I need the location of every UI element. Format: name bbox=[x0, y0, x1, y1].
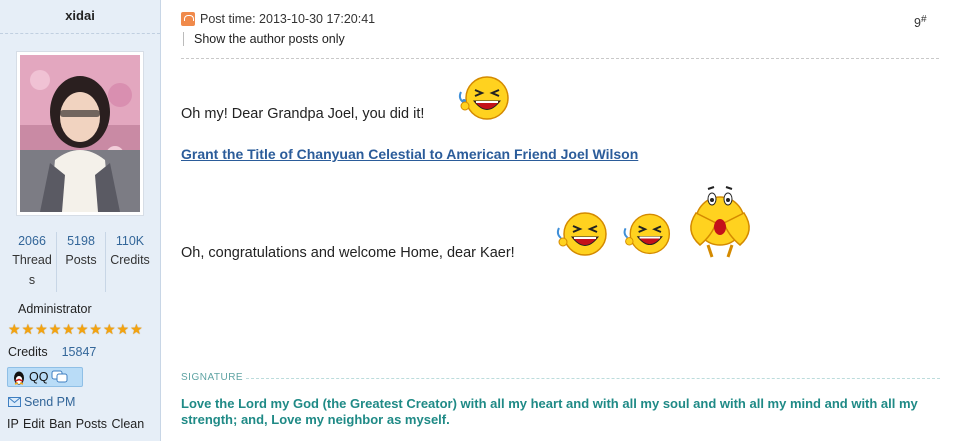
star-icon: ★ bbox=[35, 321, 48, 337]
credits-value: 15847 bbox=[61, 345, 97, 359]
stat-posts-label: Posts bbox=[65, 253, 97, 267]
author-sidebar: xidai 2066 Threads 5198 Posts 110K Credi… bbox=[0, 0, 161, 441]
sidebar-divider bbox=[0, 33, 160, 34]
show-author-only-link[interactable]: Show the author posts only bbox=[183, 32, 345, 46]
star-icon: ★ bbox=[48, 321, 62, 337]
avatar-photo bbox=[20, 55, 140, 212]
rank-stars: ★ ★ ★ ★ ★ ★ ★ ★ ★ ★ bbox=[8, 322, 143, 336]
star-icon: ★ bbox=[75, 321, 89, 337]
user-role: Administrator bbox=[18, 302, 92, 316]
post-text-line2: Oh, congratulations and welcome Home, de… bbox=[181, 245, 515, 261]
post-link[interactable]: Grant the Title of Chanyuan Celestial to… bbox=[181, 146, 638, 162]
laughing-emoticon bbox=[455, 70, 513, 125]
qq-penguin-icon bbox=[14, 371, 24, 385]
post-container: xidai 2066 Threads 5198 Posts 110K Credi… bbox=[0, 0, 962, 441]
star-icon: ★ bbox=[130, 321, 143, 337]
laughing-emoticon bbox=[553, 206, 611, 261]
post-header: Post time: 2013-10-30 17:20:41 bbox=[181, 12, 375, 26]
star-icon: ★ bbox=[116, 321, 130, 337]
admin-tools[interactable]: IP Edit Ban Posts Clean bbox=[7, 417, 144, 431]
qq-button[interactable]: QQ bbox=[7, 367, 83, 387]
avatar[interactable] bbox=[16, 51, 144, 216]
credits-label: Credits bbox=[8, 345, 48, 359]
post-icon bbox=[181, 12, 195, 26]
star-icon: ★ bbox=[89, 321, 102, 337]
floor-mark: # bbox=[920, 14, 927, 25]
header-divider bbox=[181, 58, 939, 59]
author-name[interactable]: xidai bbox=[0, 8, 160, 23]
stat-threads[interactable]: 2066 Threads bbox=[8, 232, 57, 292]
signature-text: Love the Lord my God (the Greatest Creat… bbox=[181, 396, 918, 427]
signature-divider bbox=[246, 378, 940, 379]
floor-number: 9 bbox=[914, 16, 921, 31]
stat-posts-value: 5198 bbox=[67, 234, 95, 248]
star-icon: ★ bbox=[102, 321, 116, 337]
credits-row: Credits 15847 bbox=[8, 345, 96, 359]
stat-credits-label: Credits bbox=[110, 253, 150, 267]
stat-credits-value: 110K bbox=[115, 234, 145, 248]
stat-threads-label: Threads bbox=[12, 253, 52, 287]
stat-threads-value: 2066 bbox=[18, 234, 46, 248]
send-pm-label: Send PM bbox=[24, 395, 76, 409]
post-time: Post time: 2013-10-30 17:20:41 bbox=[200, 12, 376, 26]
post-floor-number[interactable]: 9# bbox=[914, 14, 927, 30]
laughing-emoticon bbox=[620, 206, 674, 261]
send-pm-link[interactable]: Send PM bbox=[8, 395, 75, 409]
author-stats: 2066 Threads 5198 Posts 110K Credits bbox=[8, 232, 154, 292]
star-icon: ★ bbox=[8, 321, 21, 337]
cheering-emoticon bbox=[678, 183, 762, 264]
star-icon: ★ bbox=[62, 321, 75, 337]
chat-bubble-icon bbox=[51, 370, 68, 383]
post-text-line1: Oh my! Dear Grandpa Joel, you did it! bbox=[181, 106, 425, 122]
signature-label: SIGNATURE bbox=[181, 372, 244, 383]
star-icon: ★ bbox=[21, 321, 35, 337]
mail-icon bbox=[8, 397, 21, 407]
stat-credits[interactable]: 110K Credits bbox=[106, 232, 154, 292]
stat-posts[interactable]: 5198 Posts bbox=[57, 232, 106, 292]
qq-label: QQ bbox=[29, 370, 49, 384]
